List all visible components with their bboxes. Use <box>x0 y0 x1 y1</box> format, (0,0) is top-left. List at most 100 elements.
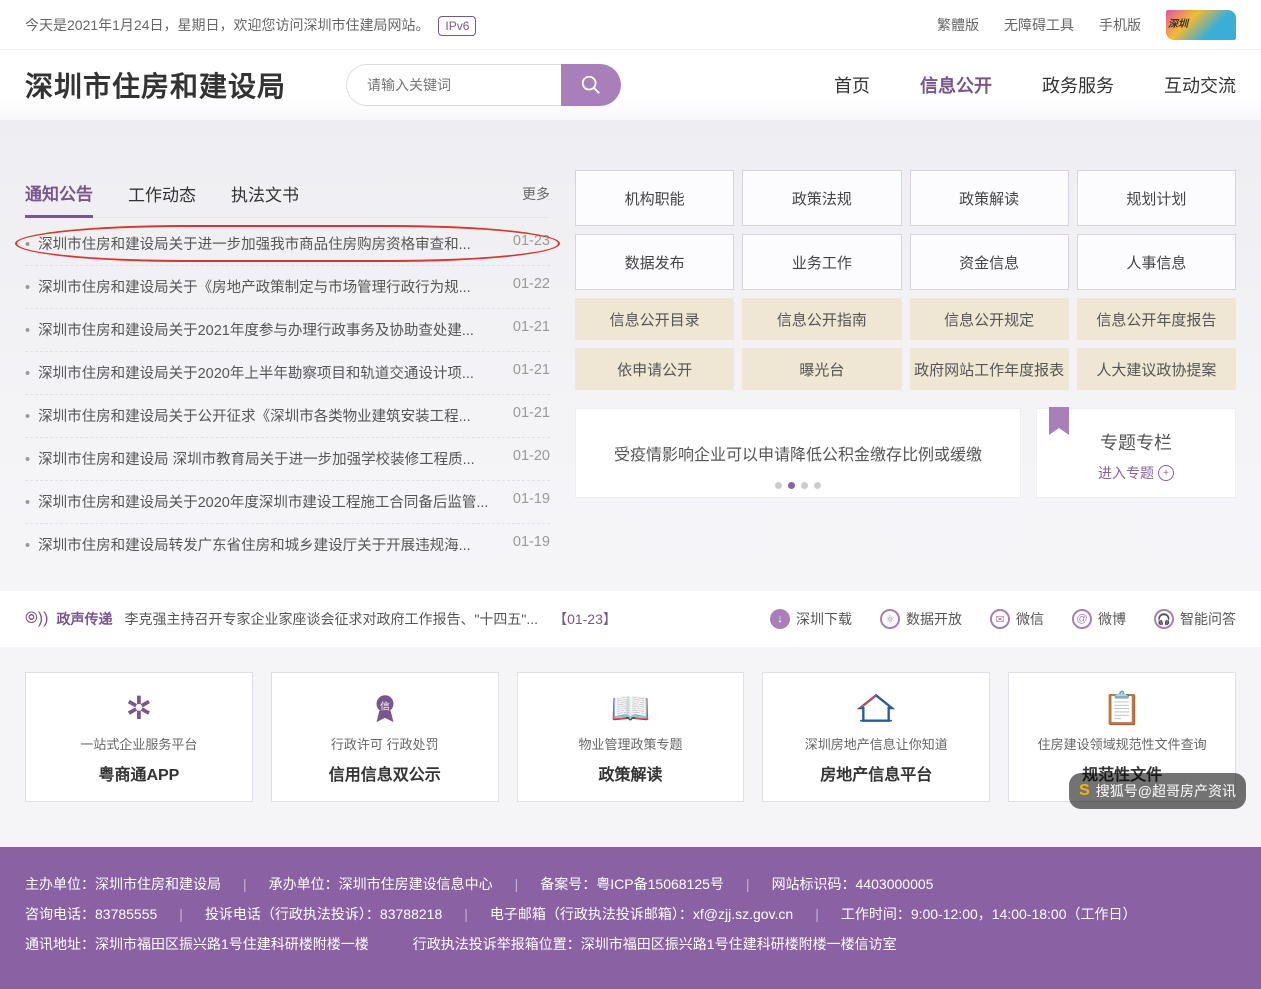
service-card[interactable]: 信行政许可 行政处罚信用信息双公示 <box>271 672 499 802</box>
data-icon: ⚛ <box>880 609 900 629</box>
special-column[interactable]: 专题专栏 进入专题 + <box>1036 408 1236 498</box>
nav-service[interactable]: 政务服务 <box>1042 72 1114 98</box>
link-traditional[interactable]: 繁體版 <box>937 0 979 50</box>
news-item[interactable]: •深圳市住房和建设局关于《房地产政策制定与市场管理行政行为规...01-22 <box>25 265 550 308</box>
news-item[interactable]: •深圳市住房和建设局关于公开征求《深圳市各类物业建筑安装工程...01-21 <box>25 394 550 437</box>
news-title: 深圳市住房和建设局关于公开征求《深圳市各类物业建筑安装工程... <box>38 409 471 425</box>
card-icon: 📖 <box>611 690 651 726</box>
news-title: 深圳市住房和建设局关于《房地产政策制定与市场管理行政行为规... <box>38 280 471 296</box>
download-icon: ↓ <box>770 609 790 629</box>
tab-work[interactable]: 工作动态 <box>128 171 196 216</box>
grid-cell[interactable]: 信息公开年度报告 <box>1077 298 1236 340</box>
grid-cell[interactable]: 曝光台 <box>742 348 901 390</box>
nav-interact[interactable]: 互动交流 <box>1164 72 1236 98</box>
news-item[interactable]: •深圳市住房和建设局关于2020年度深圳市建设工程施工合同备后监管...01-1… <box>25 480 550 523</box>
special-enter[interactable]: 进入专题 + <box>1037 463 1235 483</box>
news-date: 01-21 <box>513 362 550 383</box>
bullet-icon: • <box>25 538 30 554</box>
dot[interactable] <box>814 482 821 489</box>
grid-cell[interactable]: 机构职能 <box>575 170 734 226</box>
grid-cell[interactable]: 信息公开规定 <box>910 298 1069 340</box>
dot[interactable] <box>775 482 782 489</box>
link-accessibility[interactable]: 无障碍工具 <box>1004 0 1074 50</box>
watermark: S 搜狐号@超哥房产资讯 <box>1069 773 1246 809</box>
news-item[interactable]: • 深圳市住房和建设局关于2021年度参与办理行政事务及协助查处建... 01-21 <box>25 308 550 351</box>
midbar-news[interactable]: 李克强主持召开专家企业家座谈会征求对政府工作报告、"十四五"... <box>124 609 538 629</box>
link-download[interactable]: ↓深圳下载 <box>770 609 852 629</box>
grid-cell[interactable]: 人事信息 <box>1077 234 1236 290</box>
news-title: 深圳市住房和建设局关于进一步加强我市商品住房购房资格审查和... <box>38 237 471 253</box>
footer-email: 电子邮箱（行政执法投诉邮箱）：xf@zjj.sz.gov.cn <box>490 899 793 929</box>
wechat-icon: ✉ <box>990 609 1010 629</box>
link-dataopen[interactable]: ⚛数据开放 <box>880 609 962 629</box>
footer-undertake: 承办单位：深圳市住房建设信息中心 <box>269 869 493 899</box>
shenzhen-logo <box>1166 10 1236 40</box>
card-icon: 信 <box>368 690 402 726</box>
midbar-date: 【01-23】 <box>553 609 617 629</box>
content-background: 通知公告 工作动态 执法文书 更多 • 深圳市住房和建设局关于进一步加强我市商品住… <box>0 120 1261 847</box>
carousel-banner[interactable]: 受疫情影响企业可以申请降低公积金缴存比例或缓缴 <box>575 408 1021 498</box>
grid-cell[interactable]: 业务工作 <box>742 234 901 290</box>
footer-host: 主办单位：深圳市住房和建设局 <box>25 869 221 899</box>
news-item[interactable]: •深圳市住房和建设局关于进一步加强我市商品住房购房资格审查和...01-23 <box>25 223 550 265</box>
bullet-icon: • <box>25 323 30 339</box>
news-item[interactable]: •深圳市住房和建设局转发广东省住房和城乡建设厅关于开展违规海...01-19 <box>25 523 550 566</box>
dot-active[interactable] <box>788 482 795 489</box>
link-wechat[interactable]: ✉微信 <box>990 609 1044 629</box>
news-item[interactable]: •深圳市住房和建设局关于2020年上半年勘察项目和轨道交通设计项...01-21 <box>25 351 550 394</box>
news-date: 01-21 <box>513 319 550 340</box>
grid-cell[interactable]: 政策解读 <box>910 170 1069 226</box>
news-date: 01-20 <box>513 448 550 469</box>
banner-text: 受疫情影响企业可以申请降低公积金缴存比例或缓缴 <box>614 441 982 465</box>
news-item[interactable]: •深圳市住房和建设局 深圳市教育局关于进一步加强学校装修工程质...01-20 <box>25 437 550 480</box>
topbar: 今天是2021年1月24日，星期日，欢迎您访问深圳市住建局网站。 IPv6 繁體… <box>0 0 1261 50</box>
service-card[interactable]: 📖物业管理政策专题政策解读 <box>517 672 745 802</box>
grid-cell[interactable]: 规划计划 <box>1077 170 1236 226</box>
footer-icp[interactable]: 备案号：粤ICP备15068125号 <box>540 869 724 899</box>
card-sub: 深圳房地产信息让你知道 <box>805 734 948 753</box>
footer-siteid: 网站标识码：4403000005 <box>772 869 934 899</box>
bullet-icon: • <box>25 495 30 511</box>
footer: 主办单位：深圳市住房和建设局| 承办单位：深圳市住房建设信息中心| 备案号：粤I… <box>0 847 1261 989</box>
tab-more[interactable]: 更多 <box>522 184 550 204</box>
grid-cell[interactable]: 信息公开目录 <box>575 298 734 340</box>
nav-home[interactable]: 首页 <box>834 72 870 98</box>
tab-notice[interactable]: 通知公告 <box>25 170 93 218</box>
service-card[interactable]: ✲一站式企业服务平台粤商通APP <box>25 672 253 802</box>
grid-cell[interactable]: 数据发布 <box>575 234 734 290</box>
bullet-icon: • <box>25 409 30 425</box>
grid-cell[interactable]: 资金信息 <box>910 234 1069 290</box>
dot[interactable] <box>801 482 808 489</box>
midbar-right: ↓深圳下载 ⚛数据开放 ✉微信 @微博 🎧智能问答 <box>770 609 1236 629</box>
tab-law[interactable]: 执法文书 <box>231 171 299 216</box>
card-main: 粤商通APP <box>98 761 179 785</box>
link-qa[interactable]: 🎧智能问答 <box>1154 609 1236 629</box>
bullet-icon: • <box>25 237 30 253</box>
link-weibo[interactable]: @微博 <box>1072 609 1126 629</box>
grid-cell[interactable]: 人大建议政协提案 <box>1077 348 1236 390</box>
sohu-icon: S <box>1079 776 1090 806</box>
footer-row3: 通讯地址：深圳市福田区振兴路1号住建科研楼附楼一楼 行政执法投诉举报箱位置：深圳… <box>25 929 1236 959</box>
grid-cell[interactable]: 政府网站工作年度报表 <box>910 348 1069 390</box>
main-area: 通知公告 工作动态 执法文书 更多 • 深圳市住房和建设局关于进一步加强我市商品住… <box>0 120 1261 591</box>
news-title: 深圳市住房和建设局 深圳市教育局关于进一步加强学校装修工程质... <box>38 452 475 468</box>
grid-cell[interactable]: 依申请公开 <box>575 348 734 390</box>
site-name: 深圳市住房和建设局 <box>25 65 286 105</box>
main-nav: 首页 信息公开 政务服务 互动交流 <box>834 72 1236 98</box>
news-title: 深圳市住房和建设局关于2021年度参与办理行政事务及协助查处建... <box>38 323 474 339</box>
card-main: 房地产信息平台 <box>820 761 932 785</box>
search-button[interactable] <box>561 64 621 106</box>
footer-row1: 主办单位：深圳市住房和建设局| 承办单位：深圳市住房建设信息中心| 备案号：粤I… <box>25 869 1236 899</box>
link-mobile[interactable]: 手机版 <box>1099 0 1141 50</box>
special-row: 受疫情影响企业可以申请降低公积金缴存比例或缓缴 专题专栏 进入专题 + <box>575 408 1236 498</box>
grid-cell[interactable]: 政策法规 <box>742 170 901 226</box>
nav-info[interactable]: 信息公开 <box>920 72 992 98</box>
topbar-right: 繁體版 无障碍工具 手机版 <box>937 0 1236 49</box>
svg-text:信: 信 <box>380 700 390 712</box>
service-card[interactable]: 深圳房地产信息让你知道房地产信息平台 <box>762 672 990 802</box>
midbar: ⦾)) 政声传递 李克强主持召开专家企业家座谈会征求对政府工作报告、"十四五".… <box>0 591 1261 647</box>
search-icon <box>580 74 602 96</box>
grid-cell[interactable]: 信息公开指南 <box>742 298 901 340</box>
search-input[interactable] <box>346 64 561 106</box>
bullet-icon: • <box>25 366 30 382</box>
